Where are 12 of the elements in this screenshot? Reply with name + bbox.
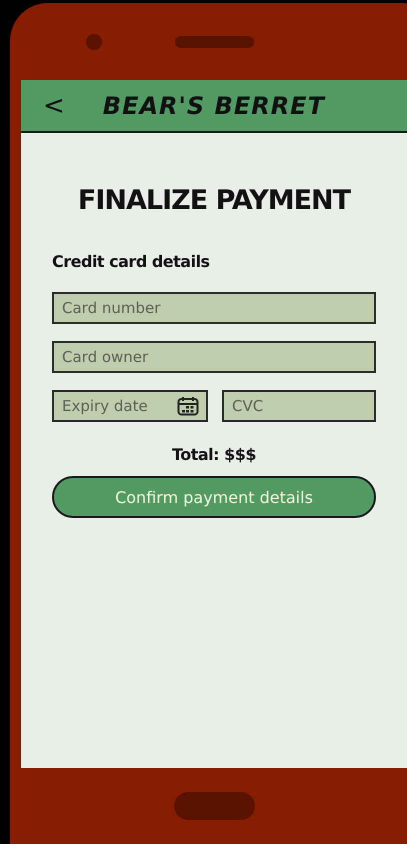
input-field[interactable]: Card owner: [52, 341, 376, 373]
input-field[interactable]: Card number: [52, 292, 376, 324]
confirm-button[interactable]: Confirm payment details: [52, 476, 376, 518]
app-title: BEAR'S BERRET: [102, 92, 325, 120]
total-text: Total: $$$: [170, 445, 258, 464]
input-field[interactable]: CVC: [222, 390, 376, 422]
calendar-icon[interactable]: [177, 396, 199, 416]
page-title: FINALIZE PAYMENT: [76, 185, 352, 216]
back-button[interactable]: <: [43, 92, 65, 118]
camera-dot: [86, 34, 102, 50]
date-field[interactable]: Expiry date: [52, 390, 208, 422]
section-label: Credit card details: [52, 252, 211, 271]
